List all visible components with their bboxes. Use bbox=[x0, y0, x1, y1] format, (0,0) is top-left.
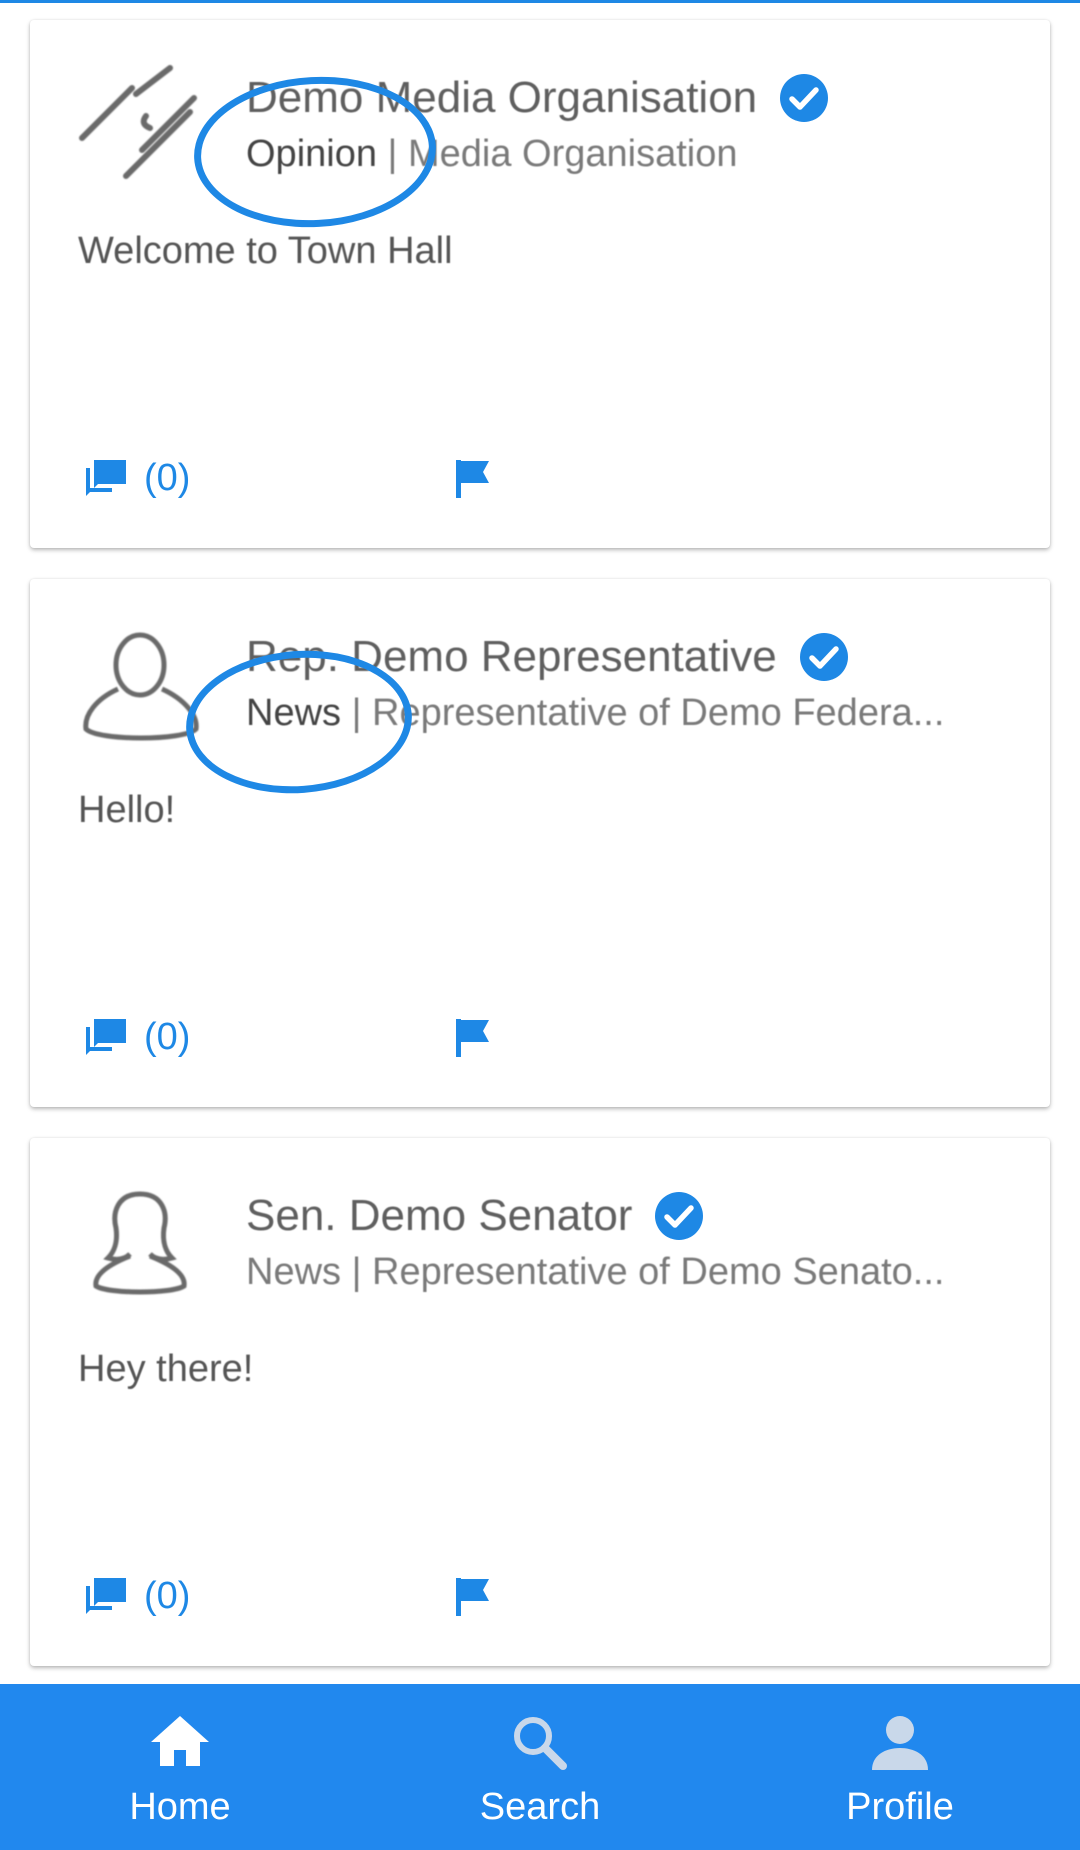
post-header: Sen. Demo Senator News | Representative … bbox=[246, 1186, 1036, 1298]
comment-count: (0) bbox=[144, 1015, 191, 1058]
post-actions: (0) bbox=[82, 450, 582, 506]
author-name[interactable]: Rep. Demo Representative bbox=[246, 632, 777, 682]
flag-icon bbox=[456, 1578, 489, 1616]
report-flag-button[interactable] bbox=[450, 1574, 494, 1618]
nav-search[interactable]: Search bbox=[360, 1684, 720, 1850]
female-person-icon bbox=[74, 1176, 214, 1316]
post-card[interactable]: Rep. Demo Representative News | Represen… bbox=[30, 579, 1050, 1107]
comments-icon bbox=[86, 1578, 126, 1614]
flag-icon bbox=[456, 1019, 489, 1057]
bottom-navigation: Home Search Profile bbox=[0, 1684, 1080, 1850]
search-icon bbox=[514, 1717, 567, 1770]
home-icon bbox=[151, 1716, 209, 1766]
verified-check-icon bbox=[655, 1192, 704, 1240]
post-text: Hey there! bbox=[78, 1348, 254, 1390]
comments-button[interactable]: (0) bbox=[82, 1568, 190, 1624]
post-header: Demo Media Organisation Opinion | Media … bbox=[246, 68, 1036, 180]
comments-button[interactable]: (0) bbox=[82, 1009, 190, 1065]
author-name[interactable]: Demo Media Organisation bbox=[246, 73, 757, 123]
report-flag-button[interactable] bbox=[450, 456, 494, 500]
post-text: Welcome to Town Hall bbox=[78, 230, 453, 272]
post-category: News bbox=[246, 1251, 342, 1293]
author-role: | Representative of Demo Senato... bbox=[341, 1251, 945, 1293]
author-subtitle: News | Representative of Demo Federa... bbox=[246, 687, 1036, 739]
nav-search-label: Search bbox=[479, 1786, 601, 1828]
report-flag-button[interactable] bbox=[450, 1015, 494, 1059]
male-person-icon bbox=[74, 617, 214, 757]
comments-button[interactable]: (0) bbox=[82, 450, 190, 506]
post-actions: (0) bbox=[82, 1009, 582, 1065]
chain-link-icon bbox=[74, 58, 214, 198]
author-subtitle: Opinion | Media Organisation bbox=[246, 128, 1036, 180]
post-feed: Demo Media Organisation Opinion | Media … bbox=[30, 20, 1050, 1697]
flag-icon bbox=[456, 460, 489, 498]
author-role: | Media Organisation bbox=[376, 133, 738, 175]
top-accent-line bbox=[0, 0, 1080, 3]
verified-check-icon bbox=[780, 74, 829, 122]
author-subtitle: News | Representative of Demo Senato... bbox=[246, 1246, 1036, 1298]
comments-icon bbox=[86, 1019, 126, 1055]
nav-profile-label: Profile bbox=[846, 1786, 954, 1828]
nav-profile[interactable]: Profile bbox=[720, 1684, 1080, 1850]
verified-check-icon bbox=[799, 633, 848, 681]
post-actions: (0) bbox=[82, 1568, 582, 1624]
post-category: News bbox=[246, 692, 342, 734]
post-category: Opinion bbox=[246, 133, 377, 175]
nav-home-label: Home bbox=[129, 1786, 231, 1828]
comment-count: (0) bbox=[144, 1574, 191, 1617]
post-header: Rep. Demo Representative News | Represen… bbox=[246, 627, 1036, 739]
post-card[interactable]: Sen. Demo Senator News | Representative … bbox=[30, 1138, 1050, 1666]
profile-icon bbox=[872, 1716, 928, 1770]
author-role: | Representative of Demo Federa... bbox=[341, 692, 945, 734]
author-name[interactable]: Sen. Demo Senator bbox=[246, 1191, 632, 1241]
nav-home[interactable]: Home bbox=[0, 1684, 360, 1850]
comments-icon bbox=[86, 460, 126, 496]
post-text: Hello! bbox=[78, 789, 176, 831]
post-card[interactable]: Demo Media Organisation Opinion | Media … bbox=[30, 20, 1050, 548]
comment-count: (0) bbox=[144, 456, 191, 499]
